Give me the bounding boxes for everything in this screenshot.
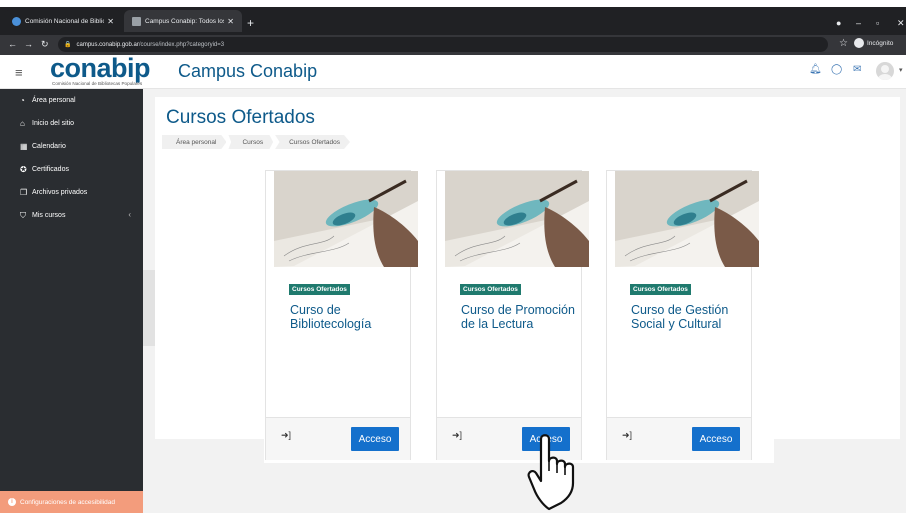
- sidebar-item-label: Inicio del sitio: [32, 120, 75, 127]
- chevron-left-icon[interactable]: ‹: [128, 210, 131, 219]
- browser-toolbar: ← → ↻ 🔒 campus.conabip.gob.ar /course/in…: [0, 35, 906, 55]
- minimize-icon[interactable]: –: [856, 18, 861, 28]
- close-tab-icon[interactable]: ✕: [107, 17, 114, 26]
- lock-icon: 🔒: [64, 42, 72, 48]
- sidebar-item-label: Calendario: [32, 143, 66, 150]
- certificate-icon: ✪: [20, 165, 27, 174]
- tab-favicon-icon: [132, 16, 141, 26]
- home-icon: ⌂: [20, 119, 25, 128]
- browser-tab-2[interactable]: Campus Conabip: Todos los curs ✕: [124, 10, 242, 32]
- incognito-label: Incógnito: [867, 39, 894, 47]
- address-bar[interactable]: 🔒 campus.conabip.gob.ar /course/index.ph…: [58, 37, 828, 52]
- sidebar-item-mis-cursos[interactable]: ⛉ Mis cursos ‹: [0, 204, 143, 227]
- page-title: Cursos Ofertados: [166, 107, 315, 128]
- course-card[interactable]: Cursos Ofertados Curso de Promoción de l…: [436, 170, 589, 460]
- watercolor-painting-image: [445, 171, 589, 267]
- dashboard-icon: ◔: [20, 96, 25, 105]
- site-logo[interactable]: conabip Comisión Nacional de Bibliotecas…: [50, 53, 158, 88]
- reload-icon[interactable]: ↻: [41, 39, 49, 50]
- chat-bubble-icon[interactable]: ◯: [831, 64, 842, 75]
- site-header: ≡ conabip Comisión Nacional de Bibliotec…: [0, 53, 906, 89]
- sidebar-item-calendario[interactable]: ▦ Calendario: [0, 135, 143, 158]
- new-tab-button[interactable]: +: [247, 16, 254, 30]
- sidebar-item-label: Archivos privados: [32, 189, 88, 196]
- course-name-link[interactable]: Curso de Gestión Social y Cultural: [631, 303, 749, 331]
- calendar-icon: ▦: [20, 142, 28, 151]
- course-card-footer: ➜] Acceso: [266, 417, 410, 460]
- course-category-badge: Cursos Ofertados: [460, 284, 521, 295]
- sign-in-icon: ➜]: [281, 430, 292, 440]
- sidebar-item-area-personal[interactable]: ◔ Área personal: [0, 89, 143, 112]
- logo-subtitle: Comisión Nacional de Bibliotecas Popular…: [52, 81, 143, 86]
- menu-hamburger-icon[interactable]: ≡: [15, 65, 23, 80]
- course-card-footer: ➜] Acceso: [607, 417, 751, 460]
- course-image: [615, 171, 759, 267]
- course-category-badge: Cursos Ofertados: [289, 284, 350, 295]
- close-window-icon[interactable]: ✕: [897, 18, 905, 29]
- accessibility-settings-bar[interactable]: i Configuraciones de accesibilidad: [0, 491, 143, 513]
- breadcrumb: Área personal Cursos Cursos Ofertados: [162, 135, 352, 149]
- course-name-link[interactable]: Curso de Bibliotecología: [290, 303, 408, 331]
- files-icon: ❐: [20, 188, 28, 197]
- user-menu-chevron-icon[interactable]: ▾: [899, 66, 903, 74]
- sidebar-item-inicio[interactable]: ⌂ Inicio del sitio: [0, 112, 143, 135]
- mail-icon[interactable]: ✉: [853, 64, 861, 75]
- access-button[interactable]: Acceso: [692, 427, 740, 451]
- restore-icon[interactable]: ▫: [876, 18, 879, 28]
- course-image: [445, 171, 589, 267]
- bell-icon[interactable]: 🔔︎: [809, 64, 822, 75]
- watercolor-painting-image: [274, 171, 418, 267]
- sidebar-item-label: Mis cursos: [32, 212, 66, 219]
- breadcrumb-item[interactable]: Área personal: [162, 135, 227, 149]
- browser-tab-strip: Comisión Nacional de Biblioteca ✕ Campus…: [0, 7, 906, 35]
- access-button[interactable]: Acceso: [351, 427, 399, 451]
- avatar[interactable]: [876, 62, 894, 80]
- bookmark-star-icon[interactable]: ☆: [839, 38, 848, 49]
- account-circle-icon[interactable]: ●: [836, 18, 841, 28]
- breadcrumb-item[interactable]: Cursos: [228, 135, 274, 149]
- course-category-badge: Cursos Ofertados: [630, 284, 691, 295]
- incognito-icon: [854, 38, 864, 48]
- course-name-link[interactable]: Curso de Promoción de la Lectura: [461, 303, 579, 331]
- breadcrumb-item[interactable]: Cursos Ofertados: [275, 135, 351, 149]
- browser-tab-1[interactable]: Comisión Nacional de Biblioteca ✕: [4, 10, 122, 32]
- tab-favicon-icon: [12, 16, 21, 26]
- screen-top-strip: [0, 0, 906, 7]
- forward-arrow-icon[interactable]: →: [24, 39, 33, 49]
- tab-title: Comisión Nacional de Biblioteca: [25, 17, 104, 25]
- sidebar-item-certificados[interactable]: ✪ Certificados: [0, 158, 143, 181]
- sidebar-item-label: Certificados: [32, 166, 69, 173]
- graduation-cap-icon: ⛉: [20, 210, 26, 220]
- watercolor-painting-image: [615, 171, 759, 267]
- accessibility-icon: i: [8, 498, 16, 506]
- side-panel-strip: [143, 270, 155, 346]
- tab-title: Campus Conabip: Todos los curs: [145, 17, 224, 25]
- accessibility-label: Configuraciones de accesibilidad: [20, 498, 116, 506]
- sidebar: ◔ Área personal ⌂ Inicio del sitio ▦ Cal…: [0, 89, 143, 513]
- url-host: campus.conabip.gob.ar: [76, 41, 139, 48]
- logo-text: conabip: [50, 53, 151, 83]
- back-arrow-icon[interactable]: ←: [8, 39, 17, 49]
- hand-pointer-cursor-icon: [527, 434, 575, 511]
- course-image: [274, 171, 418, 267]
- course-card[interactable]: Cursos Ofertados Curso de Bibliotecologí…: [265, 170, 418, 460]
- site-title[interactable]: Campus Conabip: [178, 61, 317, 82]
- incognito-indicator[interactable]: Incógnito: [854, 38, 893, 48]
- sidebar-item-archivos[interactable]: ❐ Archivos privados: [0, 181, 143, 204]
- sign-in-icon: ➜]: [452, 430, 463, 440]
- sidebar-item-label: Área personal: [32, 97, 76, 104]
- sign-in-icon: ➜]: [622, 430, 633, 440]
- close-tab-icon[interactable]: ✕: [227, 17, 234, 26]
- url-path: /course/index.php?categoryid=3: [138, 41, 225, 48]
- course-card[interactable]: Cursos Ofertados Curso de Gestión Social…: [606, 170, 759, 460]
